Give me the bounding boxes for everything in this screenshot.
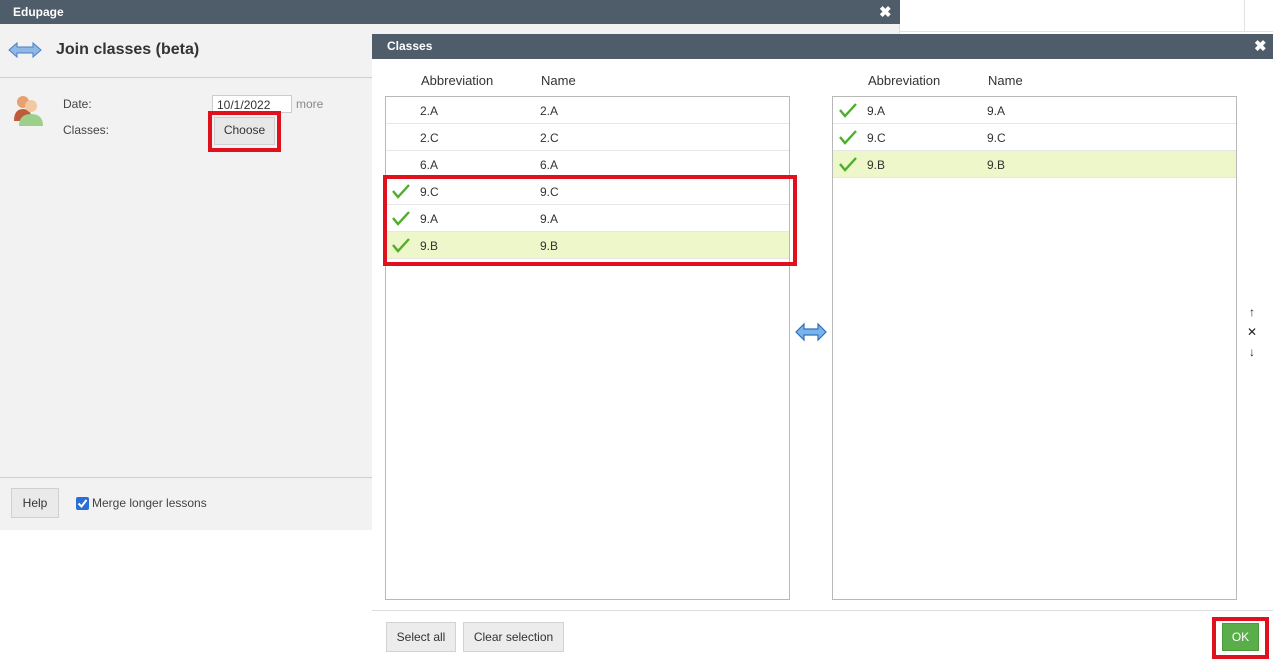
more-link[interactable]: more	[296, 97, 323, 111]
double-arrow-icon	[8, 41, 42, 59]
check-icon	[839, 103, 857, 118]
select-all-button[interactable]: Select all	[386, 622, 456, 652]
abbreviation-cell: 9.B	[867, 158, 886, 172]
abbreviation-cell: 2.A	[420, 104, 439, 118]
list-item[interactable]: 9.A 9.A	[833, 97, 1236, 124]
abbreviation-cell: 6.A	[420, 158, 439, 172]
checkmark-icon	[77, 499, 88, 509]
edupage-titlebar: Edupage ✖	[0, 0, 900, 24]
page-title: Join classes (beta)	[56, 41, 200, 58]
available-classes-list[interactable]: 2.A 2.A 2.C 2.C 6.A 6.A 9.C 9.C 9.A 9.A 9.B 9.B	[385, 96, 790, 600]
left-header-abbreviation[interactable]: Abbreviation	[421, 73, 493, 88]
list-item[interactable]: 2.C 2.C	[386, 124, 789, 151]
right-header-name[interactable]: Name	[988, 73, 1023, 88]
choose-button[interactable]: Choose	[214, 117, 275, 145]
merge-longer-lessons-checkbox[interactable]	[76, 497, 89, 510]
date-field[interactable]: 10/1/2022	[212, 95, 292, 113]
clear-selection-button[interactable]: Clear selection	[463, 622, 564, 652]
left-header-name[interactable]: Name	[541, 73, 576, 88]
selected-classes-list[interactable]: 9.A 9.A 9.C 9.C 9.B 9.B	[832, 96, 1237, 600]
swap-arrows-icon[interactable]	[795, 322, 827, 342]
check-icon	[839, 130, 857, 145]
abbreviation-cell: 9.B	[420, 239, 439, 253]
name-cell: 9.B	[987, 158, 1006, 172]
name-cell: 6.A	[540, 158, 559, 172]
list-item[interactable]: 9.C 9.C	[833, 124, 1236, 151]
move-up-icon[interactable]: ↑	[1244, 305, 1260, 319]
join-classes-header: Join classes (beta)	[0, 24, 372, 78]
name-cell: 2.C	[540, 131, 559, 145]
close-icon[interactable]: ✖	[1254, 37, 1267, 55]
list-item[interactable]: 9.B 9.B	[386, 232, 789, 259]
close-icon[interactable]: ✖	[879, 3, 892, 21]
remove-icon[interactable]: ✕	[1244, 325, 1260, 339]
check-icon	[839, 157, 857, 172]
name-cell: 9.C	[987, 131, 1006, 145]
list-item[interactable]: 6.A 6.A	[386, 151, 789, 178]
name-cell: 9.A	[540, 212, 559, 226]
check-icon	[392, 184, 410, 199]
merge-longer-lessons-label: Merge longer lessons	[92, 496, 207, 510]
classes-label: Classes:	[63, 123, 110, 137]
list-item[interactable]: 9.C 9.C	[386, 178, 789, 205]
name-cell: 9.B	[540, 239, 559, 253]
check-icon	[392, 238, 410, 253]
list-item[interactable]: 9.B 9.B	[833, 151, 1236, 178]
abbreviation-cell: 9.A	[420, 212, 439, 226]
ok-button[interactable]: OK	[1222, 623, 1259, 651]
window-title: Edupage	[13, 5, 64, 19]
list-item[interactable]: 9.A 9.A	[386, 205, 789, 232]
date-label: Date:	[63, 97, 92, 111]
abbreviation-cell: 9.C	[420, 185, 439, 199]
dialog-title: Classes	[387, 39, 433, 53]
background-strip	[900, 0, 1273, 32]
abbreviation-cell: 9.A	[867, 104, 886, 118]
dialog-titlebar: Classes ✖	[372, 34, 1273, 59]
name-cell: 9.A	[987, 104, 1006, 118]
check-icon	[392, 211, 410, 226]
abbreviation-cell: 9.C	[867, 131, 886, 145]
move-down-icon[interactable]: ↓	[1244, 345, 1260, 359]
abbreviation-cell: 2.C	[420, 131, 439, 145]
list-item[interactable]: 2.A 2.A	[386, 97, 789, 124]
users-icon	[14, 96, 43, 126]
name-cell: 9.C	[540, 185, 559, 199]
right-header-abbreviation[interactable]: Abbreviation	[868, 73, 940, 88]
name-cell: 2.A	[540, 104, 559, 118]
help-button[interactable]: Help	[11, 488, 59, 518]
